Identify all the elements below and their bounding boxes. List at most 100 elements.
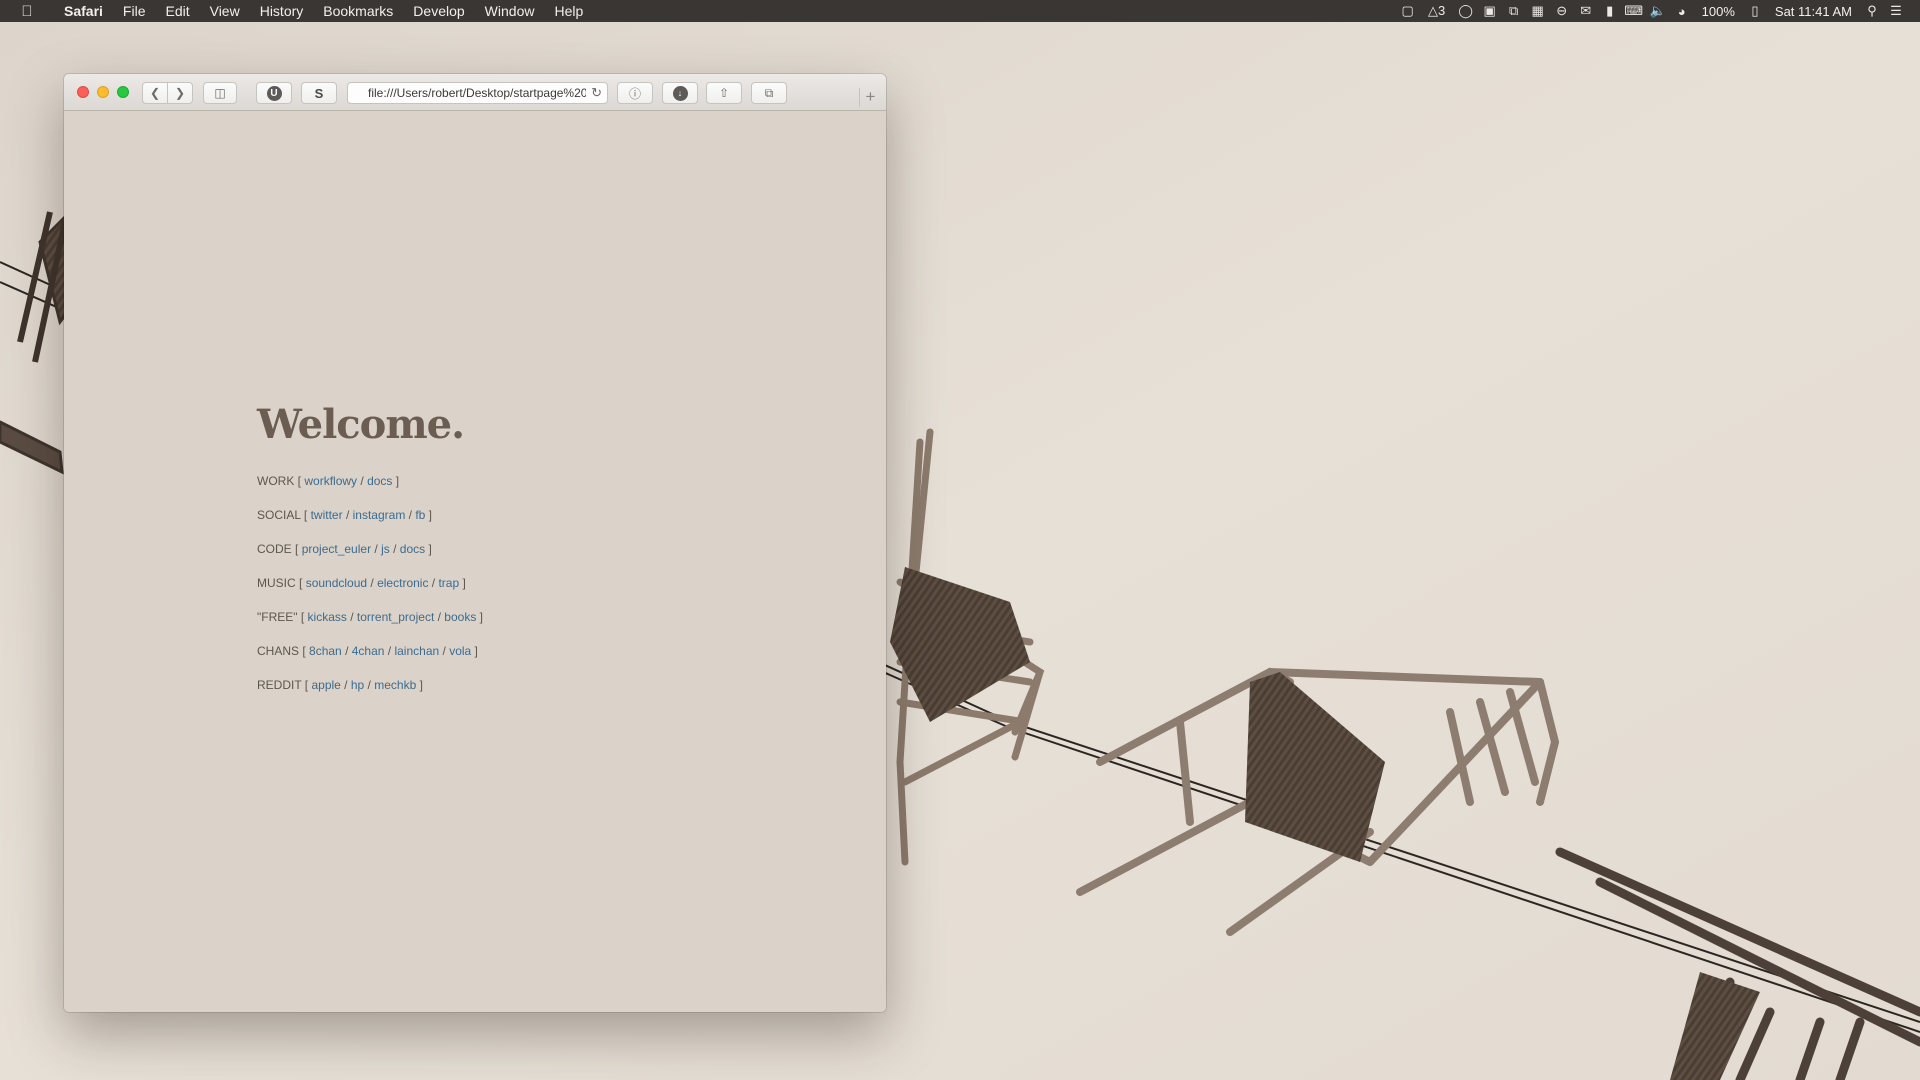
link-row-2: CODE [ project_euler / js / docs ] <box>257 542 432 556</box>
battery-percent[interactable]: 100% <box>1694 4 1743 19</box>
link-separator: / <box>405 508 416 522</box>
battery-icon[interactable]: ▯ <box>1743 3 1767 19</box>
reload-icon[interactable]: ↻ <box>591 83 602 103</box>
window-square-icon[interactable]: ▢ <box>1396 3 1420 19</box>
link-docs[interactable]: docs <box>400 542 425 556</box>
link-apple[interactable]: apple <box>311 678 340 692</box>
safari-window: ❮ ❯ ◫ U S file:///Users/robert/Desktop/s… <box>64 74 886 1012</box>
menu-edit[interactable]: Edit <box>155 0 199 22</box>
link-row-0: WORK [ workflowy / docs ] <box>257 474 400 488</box>
chat-icon[interactable]: ✉ <box>1574 3 1598 19</box>
link-mechkb[interactable]: mechkb <box>374 678 416 692</box>
menu-view[interactable]: View <box>200 0 250 22</box>
startpage-content: Welcome. WORK [ workflowy / docs ] SOCIAL… <box>257 401 483 711</box>
menu-bar:  Safari File Edit View History Bookmark… <box>0 0 1920 22</box>
share-icon: ⇧ <box>718 86 730 100</box>
link-trap[interactable]: trap <box>438 576 459 590</box>
menu-clock[interactable]: Sat 11:41 AM <box>1767 4 1860 19</box>
zoom-window-button[interactable] <box>117 86 129 98</box>
link-4chan[interactable]: 4chan <box>352 644 385 658</box>
link-workflowy[interactable]: workflowy <box>304 474 357 488</box>
link-js[interactable]: js <box>381 542 390 556</box>
link-separator: / <box>357 474 368 488</box>
monitor-icon[interactable]: ▣ <box>1478 3 1502 19</box>
link-separator: / <box>341 644 352 658</box>
link-fb[interactable]: fb <box>415 508 425 522</box>
apple-menu-icon[interactable]:  <box>0 3 54 20</box>
link-separator: / <box>367 576 378 590</box>
link-separator: / <box>384 644 395 658</box>
link-soundcloud[interactable]: soundcloud <box>306 576 367 590</box>
link-torrent-project[interactable]: torrent_project <box>357 610 434 624</box>
minimize-window-button[interactable] <box>97 86 109 98</box>
back-button[interactable]: ❮ <box>142 82 168 104</box>
notification-badge-icon[interactable]: △3 <box>1420 3 1454 19</box>
link-separator: / <box>342 508 353 522</box>
downloads-button[interactable]: ↓ <box>662 82 698 104</box>
tabs-icon: ⧉ <box>764 85 774 100</box>
menu-bookmarks[interactable]: Bookmarks <box>313 0 403 22</box>
link-instagram[interactable]: instagram <box>353 508 406 522</box>
link-separator: / <box>371 542 382 556</box>
link-vola[interactable]: vola <box>449 644 471 658</box>
windows-icon[interactable]: ⧉ <box>1502 3 1526 19</box>
link-sections: WORK [ workflowy / docs ] SOCIAL [ twitte… <box>257 473 483 711</box>
grid-icon[interactable]: ▦ <box>1526 3 1550 19</box>
browser-toolbar: ❮ ❯ ◫ U S file:///Users/robert/Desktop/s… <box>64 74 886 111</box>
link-separator: / <box>428 576 439 590</box>
link-row-3: MUSIC [ soundcloud / electronic / trap ] <box>257 576 466 590</box>
link-lainchan[interactable]: lainchan <box>394 644 439 658</box>
section-label: SOCIAL <box>257 508 301 522</box>
link-row-5: CHANS [ 8chan / 4chan / lainchan / vola … <box>257 644 478 658</box>
section-label: REDDIT <box>257 678 302 692</box>
link-docs[interactable]: docs <box>367 474 392 488</box>
keyboard-icon[interactable]: ⌨ <box>1622 3 1646 19</box>
tabs-overview-button[interactable]: ⧉ <box>751 82 787 104</box>
close-window-button[interactable] <box>77 86 89 98</box>
reader-info-button[interactable]: ⓘ <box>617 82 653 104</box>
stylebot-icon: S <box>314 85 324 101</box>
link-8chan[interactable]: 8chan <box>309 644 342 658</box>
link-electronic[interactable]: electronic <box>377 576 428 590</box>
section-label: CHANS <box>257 644 300 658</box>
section-label: "FREE" <box>257 610 298 624</box>
link-separator: / <box>389 542 400 556</box>
link-separator: / <box>364 678 375 692</box>
do-not-disturb-icon[interactable]: ⊖ <box>1550 3 1574 19</box>
stylebot-extension-button[interactable]: S <box>301 82 337 104</box>
page-title: Welcome. <box>257 401 465 448</box>
section-label: MUSIC <box>257 576 296 590</box>
link-row-6: REDDIT [ apple / hp / mechkb ] <box>257 678 423 692</box>
ublock-extension-button[interactable]: U <box>256 82 292 104</box>
link-separator: / <box>340 678 351 692</box>
menu-help[interactable]: Help <box>544 0 593 22</box>
section-label: CODE <box>257 542 292 556</box>
url-text[interactable]: file:///Users/robert/Desktop/startpage%2… <box>368 83 586 103</box>
bookmark-icon[interactable]: ▮ <box>1598 3 1622 19</box>
menu-develop[interactable]: Develop <box>403 0 474 22</box>
chevron-right-icon: ❯ <box>174 86 186 100</box>
link-twitter[interactable]: twitter <box>311 508 343 522</box>
link-row-1: SOCIAL [ twitter / instagram / fb ] <box>257 508 433 522</box>
link-books[interactable]: books <box>444 610 476 624</box>
spotlight-search-icon[interactable]: ⚲ <box>1860 3 1884 19</box>
link-project-euler[interactable]: project_euler <box>302 542 371 556</box>
menu-app-name[interactable]: Safari <box>54 0 113 22</box>
share-button[interactable]: ⇧ <box>706 82 742 104</box>
menu-file[interactable]: File <box>113 0 156 22</box>
address-bar[interactable]: file:///Users/robert/Desktop/startpage%2… <box>347 82 608 104</box>
wifi-icon[interactable]: ◕ <box>1670 4 1694 19</box>
chevron-left-icon: ❮ <box>149 86 161 100</box>
link-hp[interactable]: hp <box>351 678 364 692</box>
notification-center-icon[interactable]: ☰ <box>1884 3 1908 19</box>
startpage: Welcome. WORK [ workflowy / docs ] SOCIAL… <box>64 111 886 1012</box>
sidebar-icon: ◫ <box>214 86 226 100</box>
link-kickass[interactable]: kickass <box>308 610 347 624</box>
menu-window[interactable]: Window <box>475 0 545 22</box>
forward-button[interactable]: ❯ <box>167 82 193 104</box>
volume-icon[interactable]: 🔈 <box>1646 3 1670 19</box>
menu-history[interactable]: History <box>250 0 314 22</box>
sidebar-button[interactable]: ◫ <box>203 82 237 104</box>
new-tab-button[interactable]: + <box>859 88 881 107</box>
clock-circle-icon[interactable]: ◯ <box>1454 3 1478 19</box>
